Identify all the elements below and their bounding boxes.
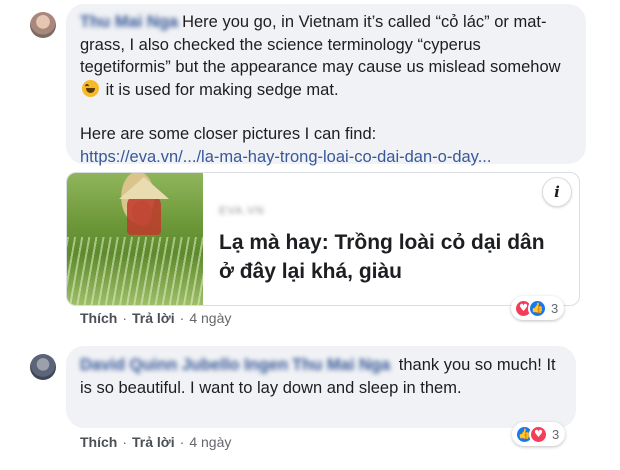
grinning-emoji-icon — [82, 79, 99, 97]
comment-text: David Quinn Jubello Ingen Thu Mai Nga tha… — [80, 354, 570, 399]
comment-mention[interactable]: Thu Mai Nga — [292, 356, 390, 374]
comment-actions: Thích · Trả lời · 4 ngày — [80, 434, 231, 450]
link-preview-source: EVA.VN — [219, 205, 265, 217]
separator: · — [122, 434, 128, 450]
comment-author[interactable]: David Quinn Jubello Ingen — [80, 356, 288, 374]
reaction-summary[interactable]: 👍 ♥ 3 — [512, 422, 566, 446]
comment-timestamp[interactable]: 4 ngày — [189, 310, 231, 326]
avatar[interactable] — [30, 354, 56, 380]
comment-body-tail: it is used for making sedge mat. — [101, 80, 339, 99]
reaction-count: 3 — [552, 426, 560, 442]
reaction-summary[interactable]: ♥ 👍 3 — [511, 296, 565, 320]
like-button[interactable]: Thích — [80, 310, 117, 326]
reaction-count: 3 — [551, 300, 559, 316]
separator: · — [122, 310, 128, 326]
comment-body-2: Here are some closer pictures I can find… — [80, 125, 377, 143]
link-preview-card[interactable]: EVA.VN Lạ mà hay: Trồng loài cỏ dại dân … — [66, 172, 580, 306]
reply-button[interactable]: Trả lời — [132, 434, 175, 450]
comment-author[interactable]: Thu Mai Nga — [80, 13, 178, 31]
separator: · — [179, 434, 185, 450]
like-button[interactable]: Thích — [80, 434, 117, 450]
comment-timestamp[interactable]: 4 ngày — [189, 434, 231, 450]
avatar[interactable] — [30, 12, 56, 38]
like-icon: 👍 — [528, 298, 547, 318]
love-icon: ♥ — [529, 424, 548, 444]
link-preview-title[interactable]: Lạ mà hay: Trồng loài cỏ dại dân ở đây l… — [219, 228, 564, 286]
reply-button[interactable]: Trả lời — [132, 310, 175, 326]
comment-link[interactable]: https://eva.vn/.../la-ma-hay-trong-loai-… — [80, 146, 576, 169]
info-icon[interactable]: i — [542, 177, 572, 207]
link-preview-image — [67, 173, 203, 305]
separator: · — [179, 310, 185, 326]
comment-actions: Thích · Trả lời · 4 ngày — [80, 310, 231, 326]
comment-text: Thu Mai Nga Here you go, in Vietnam it’s … — [80, 11, 576, 168]
